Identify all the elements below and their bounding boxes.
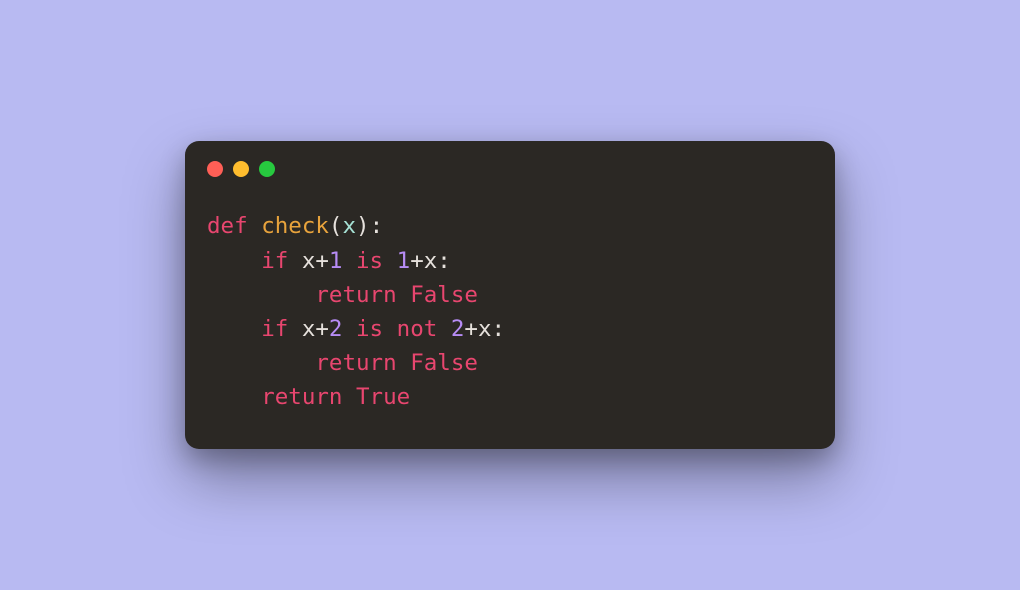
num-2b: 2 <box>451 316 465 342</box>
param-x: x <box>342 213 356 239</box>
num-1b: 1 <box>397 248 411 274</box>
keyword-is: is <box>356 248 383 274</box>
space <box>383 316 397 342</box>
rparen: ) <box>356 213 370 239</box>
minimize-icon <box>233 161 249 177</box>
space <box>397 282 411 308</box>
function-name: check <box>261 213 329 239</box>
bool-true: True <box>356 384 410 410</box>
keyword-return: return <box>315 350 396 376</box>
num-2: 2 <box>329 316 343 342</box>
lparen: ( <box>329 213 343 239</box>
space <box>383 248 397 274</box>
bool-false: False <box>410 350 478 376</box>
keyword-not: not <box>397 316 438 342</box>
code-block: def check(x): if x+1 is 1+x: return Fals… <box>185 177 835 448</box>
space <box>342 248 356 274</box>
code-window: def check(x): if x+1 is 1+x: return Fals… <box>185 141 835 448</box>
num-1: 1 <box>329 248 343 274</box>
keyword-return: return <box>315 282 396 308</box>
space <box>397 350 411 376</box>
var-x: x <box>302 248 316 274</box>
keyword-if: if <box>261 248 288 274</box>
space <box>342 316 356 342</box>
var-x: x <box>424 248 438 274</box>
keyword-def: def <box>207 213 248 239</box>
window-header <box>185 141 835 177</box>
colon: : <box>370 213 384 239</box>
keyword-is: is <box>356 316 383 342</box>
maximize-icon <box>259 161 275 177</box>
space <box>342 384 356 410</box>
space <box>288 248 302 274</box>
bool-false: False <box>410 282 478 308</box>
var-x: x <box>302 316 316 342</box>
plus-op: + <box>315 316 329 342</box>
space <box>248 213 262 239</box>
plus-op: + <box>410 248 424 274</box>
keyword-if: if <box>261 316 288 342</box>
plus-op: + <box>315 248 329 274</box>
plus-op: + <box>464 316 478 342</box>
keyword-return: return <box>261 384 342 410</box>
colon: : <box>491 316 505 342</box>
var-x: x <box>478 316 492 342</box>
close-icon <box>207 161 223 177</box>
space <box>437 316 451 342</box>
colon: : <box>437 248 451 274</box>
space <box>288 316 302 342</box>
